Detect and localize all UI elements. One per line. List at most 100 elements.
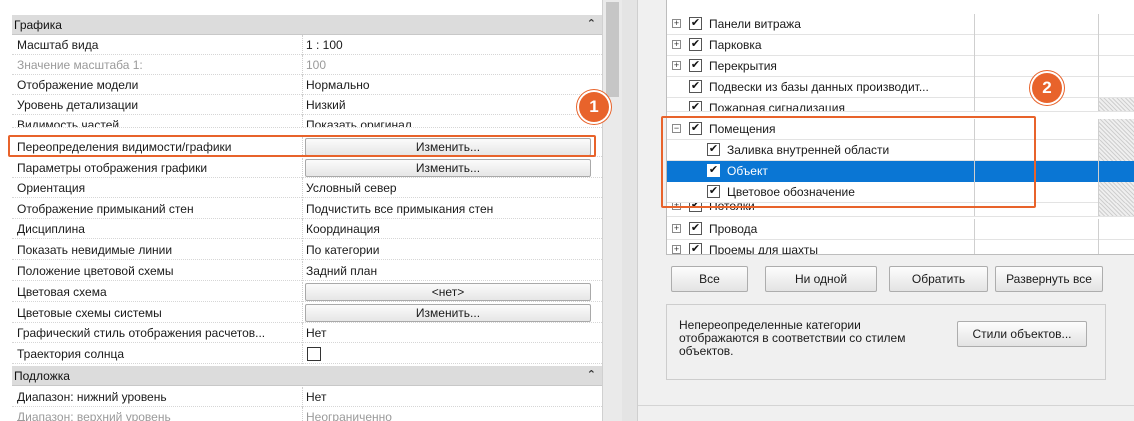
- expand-plus-icon[interactable]: +: [672, 224, 681, 233]
- invert-button[interactable]: Обратить: [889, 266, 988, 292]
- prop-value[interactable]: Показать оригинал: [306, 118, 412, 127]
- prop-name: Параметры отображения графики: [17, 161, 208, 175]
- checkbox-checked-icon[interactable]: ✔: [689, 59, 702, 72]
- tree-row-wires[interactable]: + ✔ Провода: [667, 219, 1134, 240]
- group-title: Подложка: [14, 369, 70, 383]
- tree-row-parking[interactable]: + ✔ Парковка: [667, 35, 1134, 56]
- callout-badge-2: 2: [1032, 73, 1062, 103]
- info-text: Непереопределенные категории отображаютс…: [679, 318, 906, 358]
- prop-row-system-color-schemes[interactable]: Цветовые схемы системы Изменить...: [12, 303, 602, 324]
- prop-value[interactable]: Подчистить все примыкания стен: [306, 202, 493, 216]
- tree-row-hangers[interactable]: ✔ Подвески из базы данных производит...: [667, 77, 1134, 98]
- prop-name: Отображение примыканий стен: [17, 202, 194, 216]
- tree-row-fire-alarm[interactable]: ✔ Пожарная сигнализация: [667, 98, 1134, 112]
- prop-row-color-scheme[interactable]: Цветовая схема <нет>: [12, 282, 602, 303]
- tree-label: Перекрытия: [709, 59, 777, 73]
- prop-value[interactable]: 1 : 100: [306, 38, 343, 52]
- prop-name: Цветовая схема: [17, 285, 107, 299]
- prop-row-analysis-display-style[interactable]: Графический стиль отображения расчетов..…: [12, 323, 602, 344]
- group-header-underlay[interactable]: Подложка ⌃: [12, 366, 602, 386]
- prop-row-sun-path[interactable]: Траектория солнца: [12, 344, 602, 365]
- prop-name: Масштаб вида: [17, 38, 99, 52]
- prop-value[interactable]: Условный север: [306, 181, 397, 195]
- prop-name: Графический стиль отображения расчетов..…: [17, 326, 266, 340]
- prop-name: Цветовые схемы системы: [17, 306, 162, 320]
- tree-label: Парковка: [709, 38, 762, 52]
- prop-name: Диапазон: нижний уровень: [17, 390, 167, 404]
- expand-plus-icon[interactable]: +: [672, 40, 681, 49]
- prop-row-range-base[interactable]: Диапазон: нижний уровень Нет: [12, 387, 602, 408]
- highlight-rooms-group: [661, 116, 1036, 208]
- properties-panel: Графика ⌃ Масштаб вида 1 : 100 Значение …: [0, 0, 602, 421]
- tree-label: Проемы для шахты: [709, 243, 818, 255]
- sun-path-checkbox[interactable]: [307, 347, 321, 361]
- prop-row-detail-level[interactable]: Уровень детализации Низкий: [12, 95, 602, 116]
- checkbox-checked-icon[interactable]: ✔: [689, 80, 702, 93]
- prop-value[interactable]: Нет: [306, 326, 326, 340]
- prop-name: Видимость частей: [17, 118, 120, 128]
- prop-row-color-scheme-location[interactable]: Положение цветовой схемы Задний план: [12, 261, 602, 282]
- prop-value[interactable]: Нормально: [306, 78, 370, 92]
- prop-value[interactable]: По категории: [306, 243, 379, 257]
- expand-plus-icon[interactable]: +: [672, 19, 681, 28]
- checkbox-checked-icon[interactable]: ✔: [689, 38, 702, 51]
- object-styles-button[interactable]: Стили объектов...: [957, 321, 1087, 347]
- prop-value[interactable]: Задний план: [306, 264, 377, 278]
- prop-row-wall-joins[interactable]: Отображение примыканий стен Подчистить в…: [12, 199, 602, 220]
- prop-name: Траектория солнца: [17, 347, 125, 361]
- highlight-vg-overrides: [8, 135, 596, 157]
- properties-scrollbar[interactable]: [602, 0, 622, 421]
- dialog-bottom-strip: [638, 405, 1134, 421]
- prop-row-graphic-display-options[interactable]: Параметры отображения графики Изменить..…: [12, 158, 602, 179]
- prop-value: 100: [306, 58, 327, 72]
- prop-value[interactable]: Нет: [306, 390, 326, 404]
- checkbox-checked-icon[interactable]: ✔: [689, 17, 702, 30]
- select-none-button[interactable]: Ни одной: [765, 266, 877, 292]
- collapse-chevron-icon[interactable]: ⌃: [587, 17, 596, 30]
- tree-row-curtain-panels[interactable]: + ✔ Панели витража: [667, 14, 1134, 35]
- tree-label: Провода: [709, 222, 758, 236]
- prop-value[interactable]: Неограниченно: [306, 410, 392, 421]
- checkbox-checked-icon[interactable]: ✔: [689, 243, 702, 254]
- prop-value[interactable]: Координация: [306, 222, 380, 236]
- prop-name: Отображение модели: [17, 78, 139, 92]
- group-header-graphics[interactable]: Графика ⌃: [12, 15, 602, 35]
- expand-all-button[interactable]: Развернуть все: [995, 266, 1103, 292]
- expand-plus-icon[interactable]: +: [672, 245, 681, 254]
- tree-row-shaft-openings[interactable]: + ✔ Проемы для шахты: [667, 240, 1134, 255]
- checkbox-checked-icon[interactable]: ✔: [689, 222, 702, 235]
- callout-badge-1: 1: [579, 92, 609, 122]
- prop-name: Положение цветовой схемы: [17, 264, 174, 278]
- group-title: Графика: [14, 18, 62, 32]
- collapse-chevron-icon[interactable]: ⌃: [587, 368, 596, 381]
- prop-row-model-display[interactable]: Отображение модели Нормально: [12, 75, 602, 96]
- prop-row-view-scale[interactable]: Масштаб вида 1 : 100: [12, 35, 602, 56]
- prop-row-parts-visibility[interactable]: Видимость частей Показать оригинал: [12, 115, 602, 128]
- prop-name: Показать невидимые линии: [17, 243, 173, 257]
- graphic-options-edit-button[interactable]: Изменить...: [305, 159, 591, 177]
- prop-row-range-top[interactable]: Диапазон: верхний уровень Неограниченно: [12, 407, 602, 421]
- prop-value[interactable]: Низкий: [306, 98, 346, 112]
- system-color-schemes-edit-button[interactable]: Изменить...: [305, 304, 591, 322]
- select-all-button[interactable]: Все: [671, 266, 748, 292]
- tree-label: Панели витража: [709, 17, 801, 31]
- checkbox-checked-icon[interactable]: ✔: [689, 101, 702, 111]
- prop-name: Ориентация: [17, 181, 86, 195]
- scrollbar-thumb[interactable]: [606, 2, 619, 97]
- prop-name: Уровень детализации: [17, 98, 139, 112]
- prop-row-discipline[interactable]: Дисциплина Координация: [12, 219, 602, 240]
- tree-label: Подвески из базы данных производит...: [709, 80, 929, 94]
- tree-label: Пожарная сигнализация: [709, 101, 846, 112]
- prop-name: Диапазон: верхний уровень: [17, 410, 171, 421]
- prop-row-scale-value: Значение масштаба 1: 100: [12, 55, 602, 76]
- panel-divider: [622, 0, 638, 421]
- prop-name: Дисциплина: [17, 222, 85, 236]
- prop-name: Значение масштаба 1:: [17, 58, 143, 72]
- vg-overrides-dialog: + ✔ Панели витража + ✔ Парковка + ✔ Перекрытия…: [638, 0, 1134, 421]
- object-styles-info-box: Непереопределенные категории отображаютс…: [666, 304, 1106, 380]
- tree-row-floors[interactable]: + ✔ Перекрытия: [667, 56, 1134, 77]
- prop-row-orientation[interactable]: Ориентация Условный север: [12, 178, 602, 199]
- prop-row-hidden-lines[interactable]: Показать невидимые линии По категории: [12, 240, 602, 261]
- expand-plus-icon[interactable]: +: [672, 61, 681, 70]
- color-scheme-button[interactable]: <нет>: [305, 283, 591, 301]
